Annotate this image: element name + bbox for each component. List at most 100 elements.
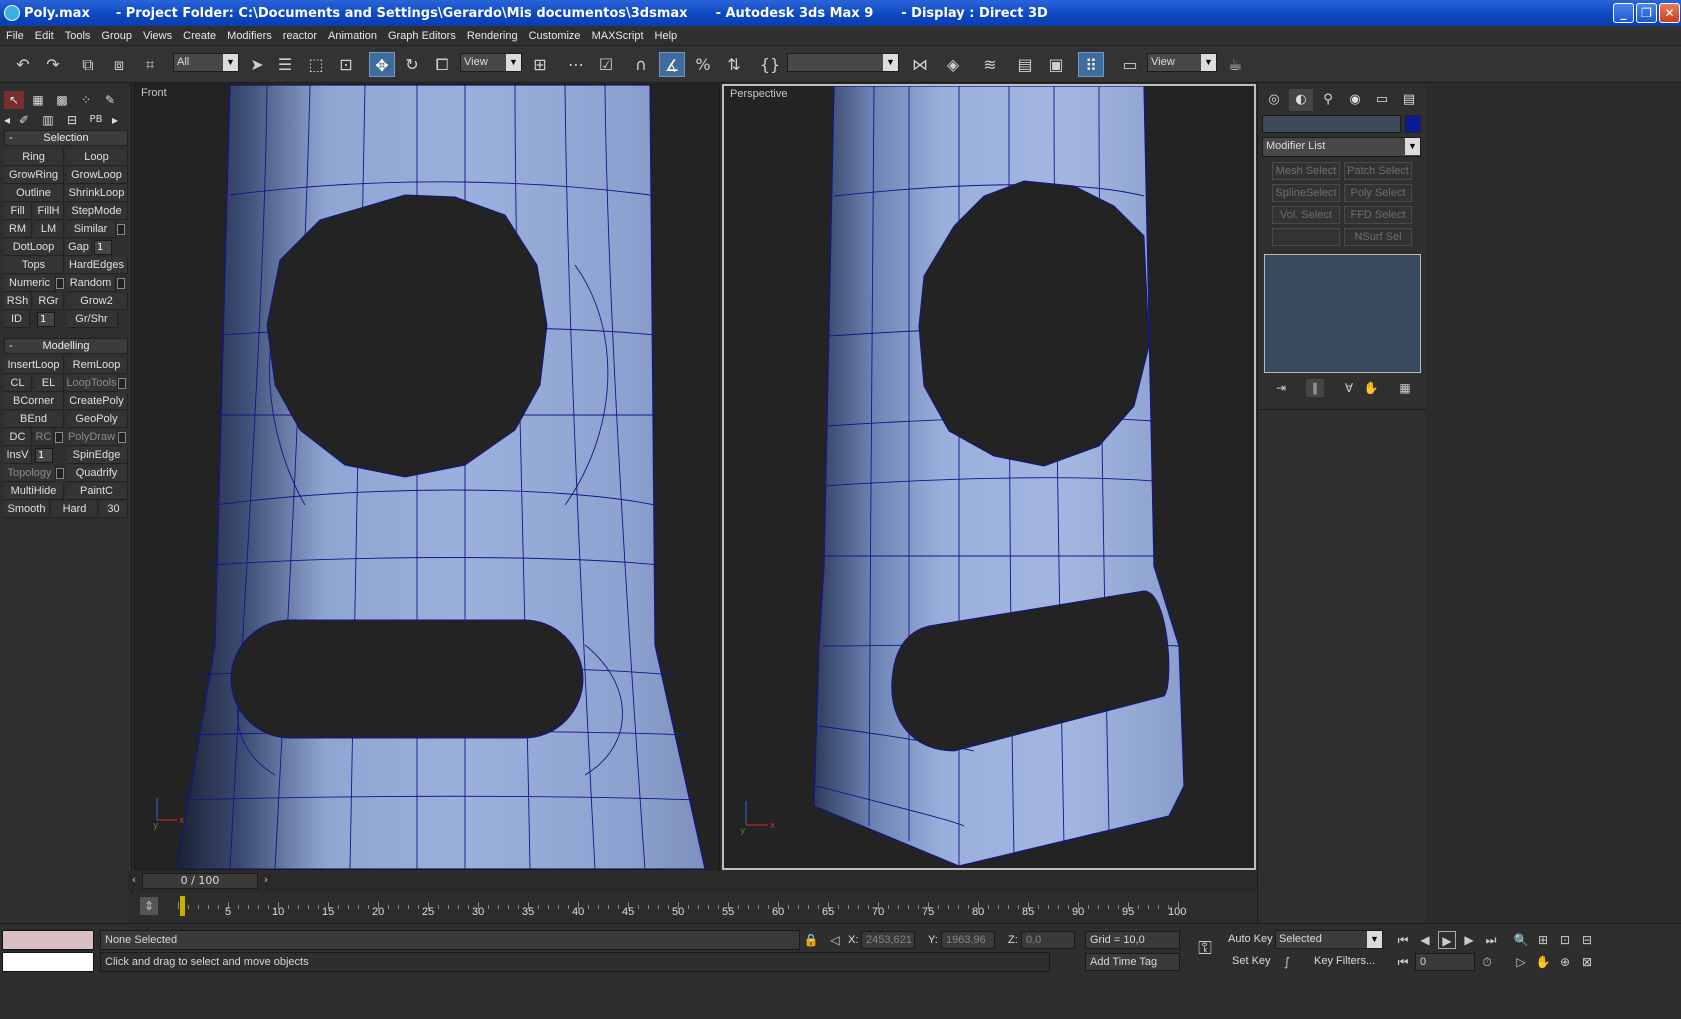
minimize-button[interactable]: _ — [1613, 3, 1634, 23]
time-prev-icon[interactable]: ‹ — [128, 873, 140, 889]
grid-icon[interactable]: ▩ — [52, 91, 72, 109]
play-icon[interactable]: ▶ — [1438, 931, 1456, 949]
fill-button[interactable]: Fill — [4, 203, 32, 220]
similar-options-checkbox[interactable] — [117, 224, 125, 235]
select-manipulate-icon[interactable]: ⋯ — [563, 52, 589, 77]
selection-rollout[interactable]: - Selection — [4, 130, 128, 146]
cube-icon[interactable]: ▦ — [28, 91, 48, 109]
prev-frame-icon[interactable]: ◀ — [1416, 931, 1434, 949]
maximize-viewport-icon[interactable]: ⊠ — [1578, 953, 1596, 971]
lm-button[interactable]: LM — [34, 221, 64, 238]
poly-select-button[interactable]: Poly Select — [1344, 184, 1412, 202]
id-button[interactable]: ID — [4, 311, 30, 328]
menu-rendering[interactable]: Rendering — [467, 30, 518, 42]
menu-animation[interactable]: Animation — [328, 30, 377, 42]
empty-modifier-button[interactable] — [1272, 228, 1340, 246]
menu-tools[interactable]: Tools — [65, 30, 91, 42]
front-viewport-label[interactable]: Front — [141, 87, 167, 99]
lock-selection-icon[interactable]: 🔒 — [802, 931, 820, 949]
scale-icon[interactable]: ⧠ — [429, 52, 455, 77]
gap-spinner[interactable]: 1 — [94, 240, 112, 255]
zoom-extents-all-icon[interactable]: ⊟ — [1578, 931, 1596, 949]
cl-button[interactable]: CL — [4, 375, 32, 392]
time-slider[interactable]: 0 / 100 — [142, 873, 258, 889]
insv-button[interactable]: InsV — [4, 447, 32, 464]
layer-manager-icon[interactable]: ≋ — [977, 52, 1003, 77]
schematic-view-icon[interactable]: ▣ — [1043, 52, 1069, 77]
key-icon[interactable]: ⚿ — [1188, 940, 1222, 964]
zoom-extents-icon[interactable]: ⊡ — [1556, 931, 1574, 949]
polydraw-button[interactable]: PolyDraw — [66, 429, 118, 446]
patch-select-button[interactable]: Patch Select — [1344, 162, 1412, 180]
close-button[interactable]: ✕ — [1659, 3, 1680, 23]
rotate-icon[interactable]: ↻ — [399, 52, 425, 77]
selection-region-icon[interactable]: ⬚ — [303, 52, 329, 77]
goto-end-icon[interactable]: ⏭ — [1482, 931, 1500, 949]
loop-icon[interactable]: ▥ — [38, 111, 58, 129]
loop-button[interactable]: Loop — [66, 149, 128, 166]
menu-modifiers[interactable]: Modifiers — [227, 30, 272, 42]
random-button[interactable]: Random — [66, 275, 116, 292]
hard-button[interactable]: Hard — [52, 501, 98, 518]
spinedge-button[interactable]: SpinEdge — [66, 447, 128, 464]
modifier-stack[interactable] — [1264, 254, 1421, 373]
zoom-all-icon[interactable]: ⊞ — [1534, 931, 1552, 949]
stepmode-button[interactable]: StepMode — [66, 203, 128, 220]
named-selection-dropdown[interactable]: ▼ — [787, 53, 899, 72]
bcorner-button[interactable]: BCorner — [4, 393, 64, 410]
menu-edit[interactable]: Edit — [35, 30, 54, 42]
growring-button[interactable]: GrowRing — [4, 167, 64, 184]
outline-button[interactable]: Outline — [4, 185, 64, 202]
show-end-result-icon[interactable]: ∥ — [1306, 379, 1324, 397]
perspective-viewport-label[interactable]: Perspective — [730, 88, 787, 100]
geopoly-button[interactable]: GeoPoly — [66, 411, 128, 428]
select-by-name-icon[interactable]: ☰ — [272, 52, 298, 77]
id-spinner[interactable]: 1 — [37, 312, 55, 327]
looptools-options-checkbox[interactable] — [118, 378, 126, 389]
configure-sets-icon[interactable]: ▦ — [1396, 379, 1414, 397]
smooth-angle-value[interactable]: 30 — [100, 501, 128, 518]
ffd-select-button[interactable]: FFD Select — [1344, 206, 1412, 224]
hardedges-button[interactable]: HardEdges — [66, 257, 128, 274]
select-object-icon[interactable]: ➤ — [244, 52, 270, 77]
x-coordinate-field[interactable]: 2453,621 — [861, 931, 915, 949]
percent-snap-icon[interactable]: % — [690, 52, 716, 77]
time-next-icon[interactable]: › — [260, 873, 272, 889]
angle-snap-icon[interactable]: ∡ — [659, 52, 685, 77]
display-tab-icon[interactable]: ▭ — [1370, 89, 1394, 111]
smooth-button[interactable]: Smooth — [4, 501, 50, 518]
brush-icon[interactable]: ✎ — [100, 91, 120, 109]
menu-create[interactable]: Create — [183, 30, 216, 42]
remloop-button[interactable]: RemLoop — [66, 357, 128, 374]
maxscript-listener-pink[interactable] — [2, 930, 94, 950]
paintc-button[interactable]: PaintC — [66, 483, 128, 500]
ring-button[interactable]: Ring — [4, 149, 64, 166]
next-frame-icon[interactable]: ▶ — [1460, 931, 1478, 949]
menu-graph-editors[interactable]: Graph Editors — [388, 30, 456, 42]
hierarchy-tab-icon[interactable]: ⚲ — [1316, 89, 1340, 111]
z-coordinate-field[interactable]: 0,0 — [1021, 931, 1075, 949]
fillh-button[interactable]: FillH — [34, 203, 64, 220]
looptools-button[interactable]: LoopTools — [66, 375, 118, 392]
create-tab-icon[interactable]: ◎ — [1262, 89, 1286, 111]
absolute-mode-icon[interactable]: ◁ — [826, 931, 844, 949]
menu-customize[interactable]: Customize — [529, 30, 581, 42]
menu-maxscript[interactable]: MAXScript — [592, 30, 644, 42]
keyboard-shortcut-icon[interactable]: ☑ — [593, 52, 619, 77]
object-name-input[interactable] — [1262, 115, 1401, 133]
goto-start-icon[interactable]: ⏮ — [1394, 931, 1412, 949]
menu-help[interactable]: Help — [655, 30, 678, 42]
vertex-icon[interactable]: ⁘ — [76, 91, 96, 109]
redo-icon[interactable]: ↷ — [40, 52, 66, 77]
dc-button[interactable]: DC — [4, 429, 32, 446]
nsurf-sel-button[interactable]: NSurf Sel — [1344, 228, 1412, 246]
random-options-checkbox[interactable] — [117, 278, 125, 289]
perspective-viewport[interactable]: Perspective y x — [722, 84, 1256, 870]
add-time-tag-button[interactable]: Add Time Tag — [1085, 953, 1180, 971]
tops-button[interactable]: Tops — [4, 257, 64, 274]
bend-button[interactable]: BEnd — [4, 411, 64, 428]
render-type-dropdown[interactable]: View ▼ — [1147, 53, 1217, 72]
field-of-view-icon[interactable]: ▷ — [1512, 953, 1530, 971]
curve-editor-icon[interactable]: ▤ — [1012, 52, 1038, 77]
pin-stack-icon[interactable]: ⇥ — [1272, 379, 1290, 397]
